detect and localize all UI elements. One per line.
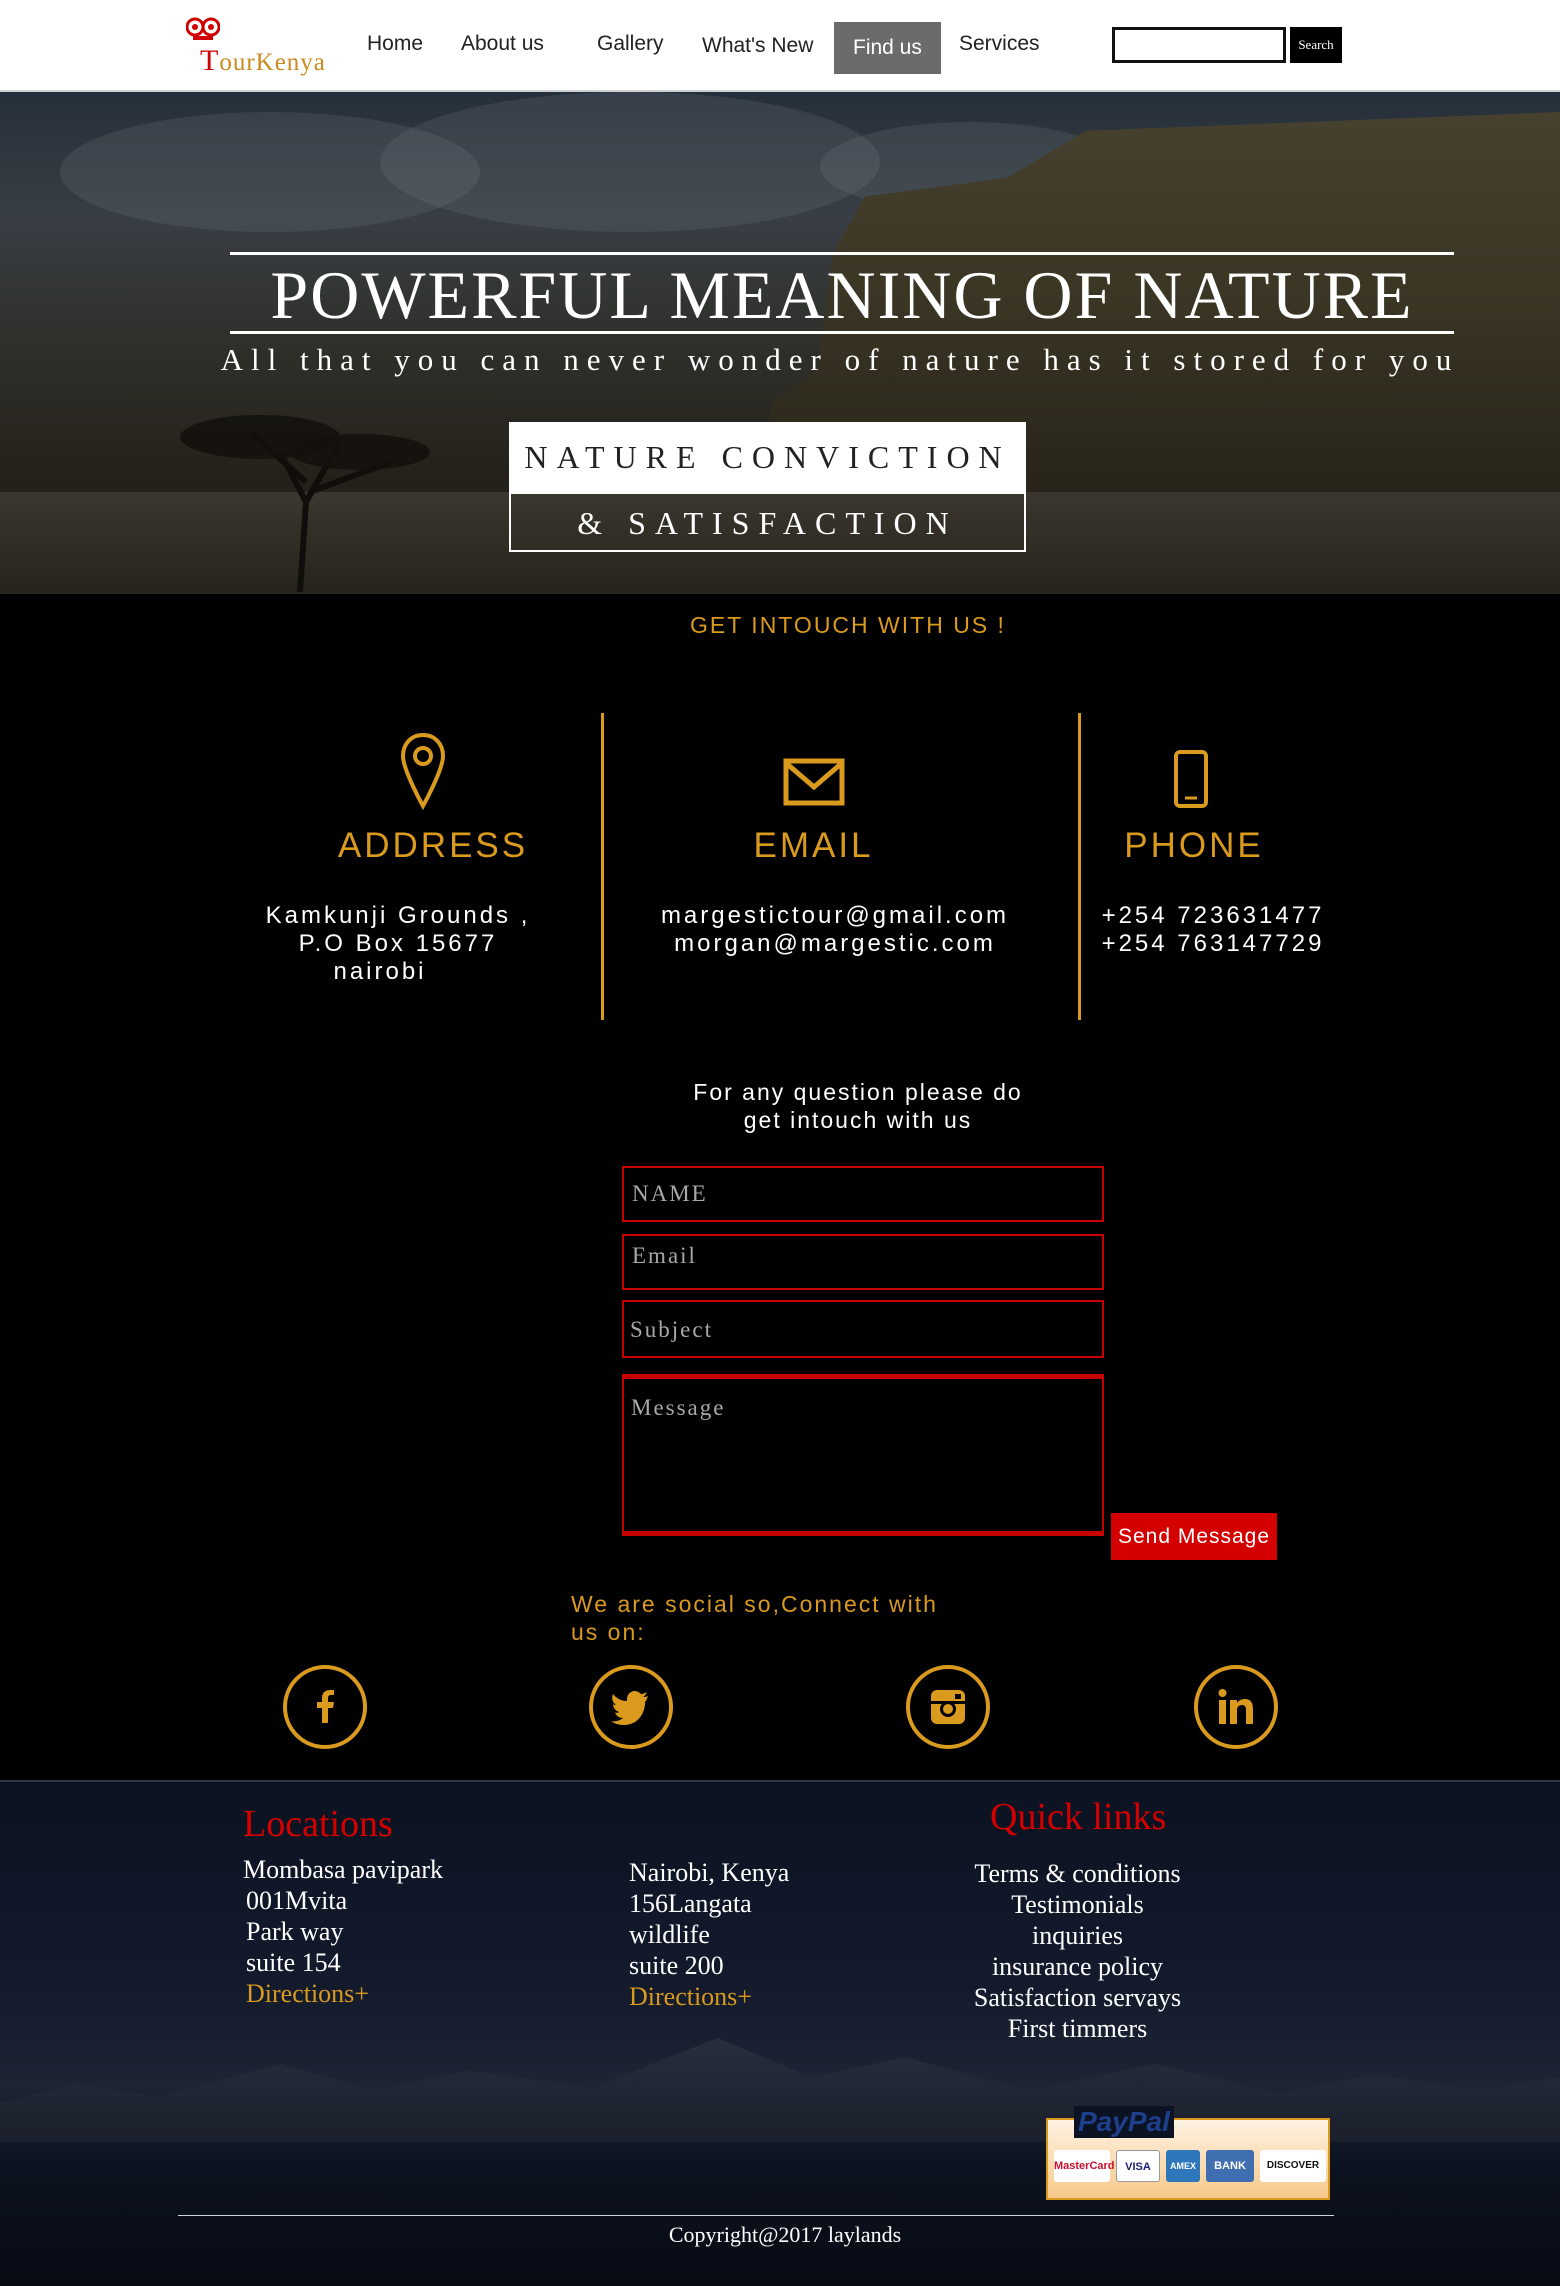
quick-links-list: Terms & conditions Testimonials inquirie… (930, 1858, 1225, 2044)
satisfaction-button[interactable]: & SATISFACTION (509, 492, 1026, 552)
bank-icon: BANK (1206, 2150, 1254, 2182)
send-message-button[interactable]: Send Message (1111, 1513, 1277, 1560)
title-bottom-rule (230, 331, 1454, 334)
nav-home[interactable]: Home (367, 32, 423, 56)
search-button[interactable]: Search (1290, 27, 1342, 63)
address-line: Kamkunji Grounds , (265, 902, 531, 929)
directions-link[interactable]: Directions+ (629, 1981, 789, 2012)
phone-number[interactable]: +254 723631477 (1088, 902, 1338, 930)
location-mombasa: Mombasa pavipark 001Mvita Park way suite… (243, 1854, 443, 2009)
question-line: For any question please do (693, 1079, 1023, 1105)
hero-title: POWERFUL MEANING OF NATURE (270, 257, 1414, 333)
location-line: Park way (246, 1917, 344, 1946)
quick-link[interactable]: Testimonials (930, 1889, 1225, 1920)
footer-divider (178, 2215, 1334, 2216)
quick-link[interactable]: insurance policy (930, 1951, 1225, 1982)
address-line: nairobi (333, 958, 427, 985)
discover-icon: DISCOVER (1260, 2150, 1326, 2182)
location-pin-icon (400, 732, 446, 810)
nav-about-us[interactable]: About us (461, 32, 544, 56)
email-title: EMAIL (753, 826, 874, 865)
page: TourKenya Home About us Gallery What's N… (0, 0, 1560, 2286)
get-intouch-heading: GET INTOUCH WITH US ! (690, 612, 1006, 638)
question-line: get intouch with us (743, 1107, 973, 1133)
hero-banner: POWERFUL MEANING OF NATURE All that you … (0, 92, 1560, 594)
paypal-badge[interactable]: PayPal MasterCard VISA AMEX BANK DISCOVE… (1046, 2106, 1330, 2200)
locations-title: Locations (243, 1803, 393, 1845)
visa-icon: VISA (1116, 2150, 1160, 2182)
location-nairobi: Nairobi, Kenya 156Langata wildlife suite… (629, 1857, 789, 2012)
email-text: margestictour@gmail.com morgan@margestic… (640, 902, 1030, 958)
quick-link[interactable]: Satisfaction servays (930, 1982, 1225, 2013)
name-field[interactable]: NAME (622, 1166, 1104, 1222)
location-line: wildlife (629, 1920, 710, 1949)
mastercard-icon: MasterCard (1054, 2150, 1115, 2182)
phone-text: +254 723631477 +254 763147729 (1088, 902, 1338, 958)
linkedin-icon[interactable] (1194, 1665, 1278, 1749)
question-text: For any question please do get intouch w… (640, 1078, 1076, 1134)
logo-word: ourKenya (219, 49, 326, 76)
nav-gallery[interactable]: Gallery (597, 32, 664, 56)
quick-link[interactable]: Terms & conditions (930, 1858, 1225, 1889)
divider (601, 713, 604, 1020)
address-line: P.O Box 15677 (298, 930, 498, 957)
nature-conviction-button[interactable]: NATURE CONVICTION (509, 422, 1026, 492)
phone-title: PHONE (1124, 826, 1264, 865)
social-line: us on: (571, 1619, 646, 1645)
message-field[interactable]: Message (622, 1374, 1104, 1536)
nav-whats-new[interactable]: What's New (702, 34, 813, 58)
social-line: We are social so,Connect with (571, 1591, 938, 1617)
hero-subtitle: All that you can never wonder of nature … (220, 342, 1460, 377)
logo-initial: T (200, 44, 220, 77)
site-header: TourKenya Home About us Gallery What's N… (0, 0, 1560, 92)
mask-logo-icon (186, 17, 220, 40)
location-line: suite 200 (629, 1951, 724, 1980)
email-field[interactable]: Email (622, 1234, 1104, 1290)
address-text: Kamkunji Grounds , P.O Box 15677 nairobi (230, 902, 566, 986)
search-input[interactable] (1112, 27, 1286, 63)
nav-services[interactable]: Services (959, 32, 1040, 56)
facebook-icon[interactable] (283, 1665, 367, 1749)
location-line: Mombasa pavipark (243, 1855, 444, 1884)
quick-links-title: Quick links (990, 1796, 1167, 1838)
paypal-logo: PayPal (1074, 2106, 1174, 2138)
site-logo[interactable]: TourKenya (186, 14, 326, 77)
copyright: Copyright@2017 laylands (668, 2222, 902, 2247)
address-title: ADDRESS (337, 826, 529, 865)
envelope-icon (783, 758, 845, 806)
social-text: We are social so,Connect with us on: (571, 1590, 991, 1646)
location-line: suite 154 (246, 1948, 341, 1977)
amex-icon: AMEX (1166, 2150, 1200, 2182)
email-link[interactable]: morgan@margestic.com (640, 930, 1030, 958)
title-top-rule (230, 252, 1454, 255)
instagram-icon[interactable] (906, 1665, 990, 1749)
email-link[interactable]: margestictour@gmail.com (640, 902, 1030, 930)
twitter-icon[interactable] (589, 1665, 673, 1749)
quick-link[interactable]: inquiries (930, 1920, 1225, 1951)
location-line: 001Mvita (246, 1886, 348, 1915)
nav-find-us[interactable]: Find us (834, 22, 941, 74)
quick-link[interactable]: First timmers (930, 2013, 1225, 2044)
phone-number[interactable]: +254 763147729 (1088, 930, 1338, 958)
location-line: 156Langata (629, 1889, 752, 1918)
divider (1078, 713, 1081, 1020)
logo-text: TourKenya (200, 44, 326, 78)
phone-icon (1173, 749, 1209, 809)
location-line: Nairobi, Kenya (629, 1858, 790, 1887)
directions-link[interactable]: Directions+ (243, 1978, 443, 2009)
site-footer (0, 1780, 1560, 2286)
subject-field[interactable]: Subject (622, 1300, 1104, 1358)
